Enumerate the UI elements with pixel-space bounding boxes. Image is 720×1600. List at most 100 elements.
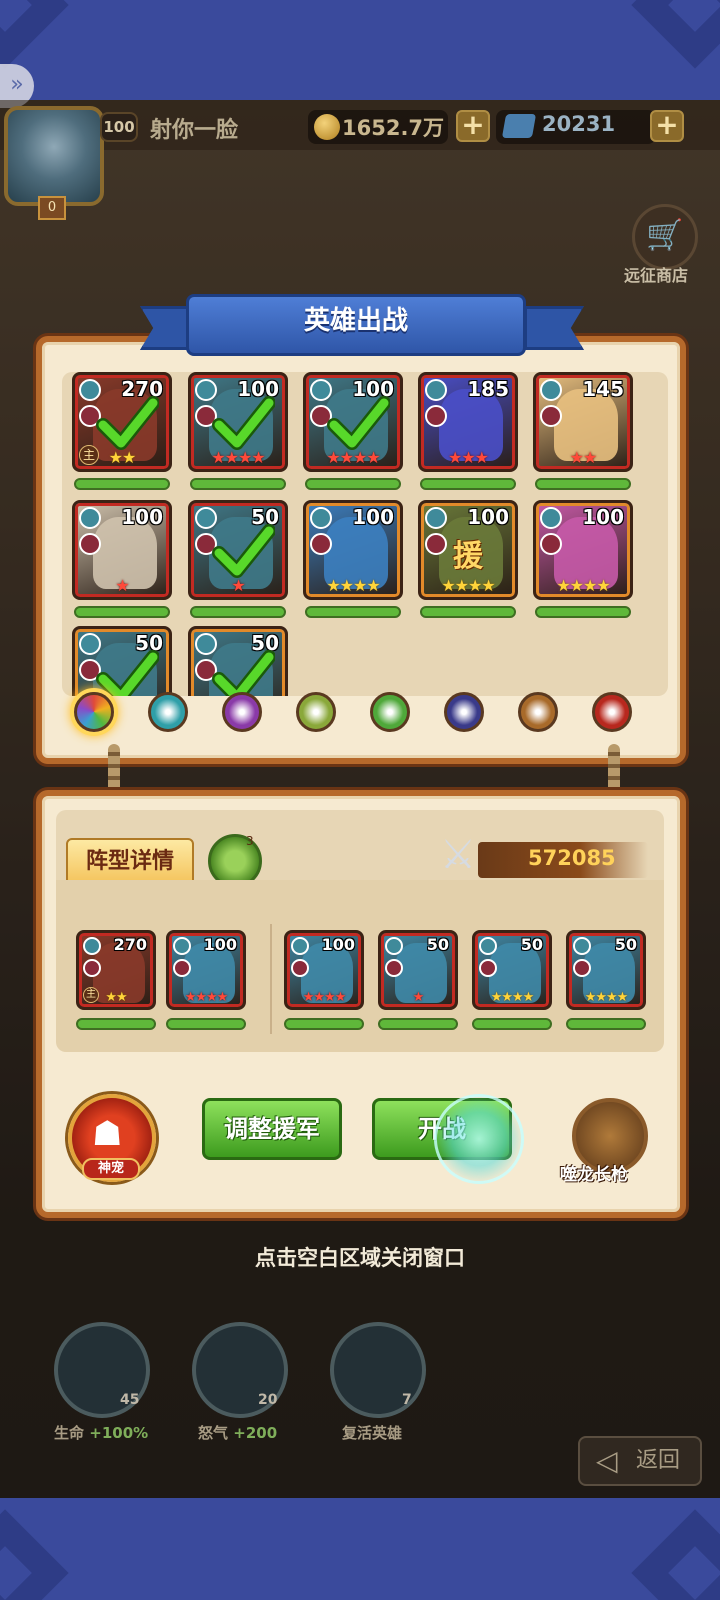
hero-level: 50 <box>426 935 449 954</box>
hero-card[interactable]: 50 ★ <box>188 500 288 600</box>
class-icon <box>540 533 562 555</box>
frame-chevron <box>631 0 720 69</box>
frame-chevron <box>631 1509 720 1600</box>
shop-cart-icon[interactable]: 🛒 <box>632 204 698 270</box>
revive-label: 复活英雄 <box>342 1424 403 1442</box>
team-hero-card[interactable]: 270 主 ★★ <box>76 930 156 1010</box>
hero-card[interactable]: 50 <box>188 626 288 696</box>
close-hint: 点击空白区域关闭窗口 <box>255 1246 465 1270</box>
hero-stars: ★★ <box>569 448 598 467</box>
filter-fire-icon[interactable] <box>592 692 632 732</box>
class-icon <box>540 405 562 427</box>
selected-check-icon <box>212 396 275 450</box>
player-name: 射你一脸 <box>150 118 239 143</box>
formation-details-button[interactable]: 阵型详情 <box>66 838 194 886</box>
hero-card[interactable]: 100 ★ <box>72 500 172 600</box>
filter-water-icon[interactable] <box>148 692 188 732</box>
hero-level: 50 <box>520 935 543 954</box>
element-icon <box>540 379 562 401</box>
hero-stars: ★ <box>412 990 425 1005</box>
shop-label[interactable]: 远征商店 <box>624 262 688 286</box>
hero-card[interactable]: 100 ★★★★ <box>188 372 288 472</box>
filter-earth-icon[interactable] <box>296 692 336 732</box>
add-gems-button[interactable]: + <box>650 110 684 142</box>
class-icon <box>385 959 403 977</box>
player-level: 100 <box>100 112 138 142</box>
element-icon <box>425 379 447 401</box>
hero-stars: ★★★★ <box>490 990 535 1005</box>
hero-grid[interactable]: 270 主 ★★ 100 ★★★★ 100 ★★★★ 185 ★★★ 145 ★★ 100 ★ 50 ★ 10… <box>62 372 668 696</box>
class-icon <box>83 959 101 977</box>
hero-level: 100 <box>121 505 163 529</box>
pet-mask-icon: ☗ <box>92 1114 123 1154</box>
back-button[interactable]: ◁ 返回 <box>578 1436 702 1486</box>
team-divider <box>270 924 272 1034</box>
team-hp-bar <box>284 1018 364 1030</box>
gem-icon <box>501 114 537 138</box>
hero-level: 100 <box>352 505 394 529</box>
revive-count: 7 <box>402 1392 412 1408</box>
hero-stars: ★ <box>231 576 245 595</box>
hero-level: 100 <box>321 935 355 954</box>
hero-hp-bar <box>190 606 286 618</box>
hero-card[interactable]: 100 援 ★★★★ <box>418 500 518 600</box>
element-icon <box>79 507 101 529</box>
hero-stars: ★★★★ <box>326 448 380 467</box>
element-icon <box>173 937 191 955</box>
team-hero-card[interactable]: 50 ★★★★ <box>566 930 646 1010</box>
filter-dark-icon[interactable] <box>222 692 262 732</box>
hero-stars: ★★★★ <box>302 990 347 1005</box>
reinforcement-tag: 援 <box>453 539 483 574</box>
team-hero-card[interactable]: 50 ★★★★ <box>472 930 552 1010</box>
panel-title: 英雄出战 <box>303 306 408 336</box>
avatar-badge: 0 <box>38 196 66 220</box>
hero-hp-bar <box>190 478 286 490</box>
hero-stars: ★★★ <box>447 448 489 467</box>
filter-all-icon[interactable] <box>74 692 114 732</box>
gold-amount: 1652.7万 <box>342 116 445 140</box>
team-hero-card[interactable]: 100 ★★★★ <box>166 930 246 1010</box>
hero-card[interactable]: 100 ★★★★ <box>303 372 403 472</box>
hero-card[interactable]: 50 <box>72 626 172 696</box>
hero-card[interactable]: 100 ★★★★ <box>533 500 633 600</box>
class-icon <box>573 959 591 977</box>
element-icon <box>310 507 332 529</box>
selected-check-icon <box>96 650 159 696</box>
frame-chevron <box>0 0 69 69</box>
filter-nature-icon[interactable] <box>370 692 410 732</box>
selected-check-icon <box>96 396 159 450</box>
team-hp-bar <box>566 1018 646 1030</box>
adjust-reinforcements-button[interactable]: 调整援军 <box>202 1098 342 1160</box>
hero-stars: ★ <box>115 576 129 595</box>
selected-check-icon <box>212 650 275 696</box>
hero-card[interactable]: 145 ★★ <box>533 372 633 472</box>
team-hero-card[interactable]: 50 ★ <box>378 930 458 1010</box>
frame-chevron <box>0 1509 69 1600</box>
hero-level: 100 <box>467 505 509 529</box>
hero-card[interactable]: 270 主 ★★ <box>72 372 172 472</box>
selected-check-icon <box>327 396 390 450</box>
gold-coin-icon <box>314 114 340 140</box>
team-hero-card[interactable]: 100 ★★★★ <box>284 930 364 1010</box>
hero-hp-bar <box>305 606 401 618</box>
hero-hp-bar <box>535 606 631 618</box>
class-icon <box>79 533 101 555</box>
player-avatar[interactable] <box>4 106 104 206</box>
hero-hp-bar <box>305 478 401 490</box>
weapon-label: 噬龙长枪 <box>560 1165 628 1185</box>
add-gold-button[interactable]: + <box>456 110 490 142</box>
hero-level: 100 <box>203 935 237 954</box>
top-frame-band <box>0 0 720 100</box>
formation-level: 3 <box>246 834 254 848</box>
filter-shadow-icon[interactable] <box>444 692 484 732</box>
element-icon <box>540 507 562 529</box>
hero-card[interactable]: 185 ★★★ <box>418 372 518 472</box>
filter-light-icon[interactable] <box>518 692 558 732</box>
element-icon <box>573 937 591 955</box>
element-icon <box>291 937 309 955</box>
team-hp-bar <box>378 1018 458 1030</box>
tap-glow-indicator <box>434 1094 524 1184</box>
life-potion-count: 45 <box>120 1392 140 1408</box>
hero-hp-bar <box>74 606 170 618</box>
hero-card[interactable]: 100 ★★★★ <box>303 500 403 600</box>
